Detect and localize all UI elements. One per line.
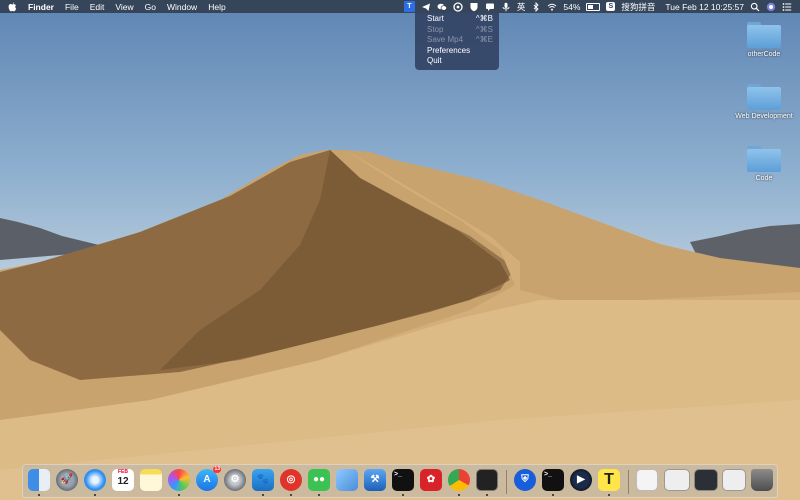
battery-icon[interactable] [586,2,601,11]
folder-label: otherCode [747,51,781,58]
menu-item-start[interactable]: Start ^⌘B [415,14,499,25]
apple-logo-icon[interactable] [8,2,17,12]
running-indicator [486,494,488,496]
running-indicator [94,494,96,496]
folder-icon [747,146,781,172]
menu-item-save-mp4[interactable]: Save Mp4 ^⌘E [415,35,499,46]
terminal-icon[interactable]: >_ [392,469,414,491]
desktop-folder-othercode[interactable]: otherCode [729,22,799,58]
trash-icon[interactable] [751,469,773,491]
app-store-icon[interactable]: A 13 [196,466,221,491]
spotlight-search-icon[interactable] [750,2,760,12]
finder-icon[interactable] [28,469,50,491]
notes-icon[interactable] [140,469,162,491]
folder-icon [747,22,781,48]
screenshot-thumb-icon[interactable] [722,469,746,491]
telegram-icon[interactable] [421,2,431,12]
preview-icon[interactable] [336,469,358,491]
screenshot-thumb-icon[interactable] [694,469,718,491]
menu-item-shortcut: ^⌘B [475,14,493,23]
system-preferences-icon[interactable]: ⚙ [224,469,246,491]
netease-music-icon[interactable]: ◎ [280,469,302,491]
calendar-month: FEB [118,469,128,475]
menu-help[interactable]: Help [208,2,225,12]
paw-icon[interactable]: 🐾 [252,469,274,491]
sogou-ime-icon[interactable]: S [606,2,616,11]
calendar-day: 12 [117,476,129,487]
menu-item-shortcut: ^⌘E [475,35,493,44]
desktop-wallpaper [0,0,800,500]
input-language-indicator[interactable]: 英 [517,1,526,13]
xcode-icon[interactable]: ⚒ [364,469,386,491]
chrome-icon[interactable] [448,469,470,491]
dock-separator [628,470,629,494]
screenshot-thumb-icon[interactable] [664,469,690,491]
folder-label: Web Development [735,113,793,120]
huawei-icon[interactable]: ✿ [420,469,442,491]
document-thumb-icon[interactable] [636,469,658,491]
menu-item-label: Preferences [427,45,471,55]
bluetooth-icon[interactable] [531,1,541,12]
cloud-sync-icon[interactable] [453,1,463,12]
shield-icon[interactable] [469,2,479,12]
folder-icon [747,84,781,110]
menu-item-label: Start [427,14,444,23]
microphone-icon[interactable] [501,2,511,12]
running-indicator [608,494,610,496]
wechat-icon[interactable]: ●● [308,469,330,491]
launchpad-icon[interactable]: 🚀 [56,469,78,491]
dock: 🚀 FEB 12 A 13 ⚙ 🐾 ◎ ●● ⚒ >_ ✿ ⛨ >_ ▶ T [22,464,778,498]
running-indicator [458,494,460,496]
dune-landscape-icon [0,150,800,500]
menu-item-preferences[interactable]: Preferences [415,46,499,57]
running-indicator [552,494,554,496]
wifi-icon[interactable] [547,2,557,12]
running-indicator [38,494,40,496]
menu-item-shortcut: ^⌘S [475,24,493,34]
app-name-menu[interactable]: Finder [28,2,54,12]
app-store-badge: 13 [213,466,221,473]
menu-item-quit[interactable]: Quit [415,56,499,67]
menu-view[interactable]: View [115,2,133,12]
running-indicator [290,494,292,496]
notification-center-icon[interactable] [782,2,792,12]
menu-item-label: Save Mp4 [427,35,464,44]
menu-item-stop[interactable]: Stop ^⌘S [415,25,499,36]
menu-item-label: Stop [427,24,444,34]
screen-recorder-t-icon[interactable]: T [403,1,415,12]
running-indicator [402,494,404,496]
menu-go[interactable]: Go [145,2,156,12]
quicktime-icon[interactable]: ▶ [570,469,592,491]
ime-name[interactable]: 搜狗拼音 [621,1,655,13]
menu-edit[interactable]: Edit [90,2,105,12]
chat-bubble-icon[interactable] [485,2,495,12]
running-indicator [318,494,320,496]
wechat-menu-icon[interactable] [437,2,447,12]
typora-icon[interactable]: T [598,469,620,491]
running-indicator [262,494,264,496]
menu-item-label: Quit [427,56,442,65]
menubar-clock[interactable]: Tue Feb 12 10:25:57 [665,2,744,12]
folder-label: Code [755,175,773,182]
calendar-icon[interactable]: FEB 12 [112,469,134,491]
safari-icon[interactable] [84,469,106,491]
desktop-folder-code[interactable]: Code [729,146,799,182]
siri-icon[interactable] [766,2,776,12]
photos-icon[interactable] [168,469,190,491]
activity-monitor-icon[interactable] [476,469,498,491]
menu-bar: Finder File Edit View Go Window Help T 英… [0,0,800,13]
dock-separator [506,470,507,494]
bitwarden-icon[interactable]: ⛨ [514,469,536,491]
menu-file[interactable]: File [65,2,79,12]
battery-percent: 54% [563,1,581,12]
recorder-dropdown-menu: Start ^⌘B Stop ^⌘S Save Mp4 ^⌘E Preferen… [415,13,499,70]
menu-window[interactable]: Window [167,2,197,12]
desktop-folder-web-development[interactable]: Web Development [729,84,799,120]
running-indicator [178,494,180,496]
terminal-2-icon[interactable]: >_ [542,469,564,491]
